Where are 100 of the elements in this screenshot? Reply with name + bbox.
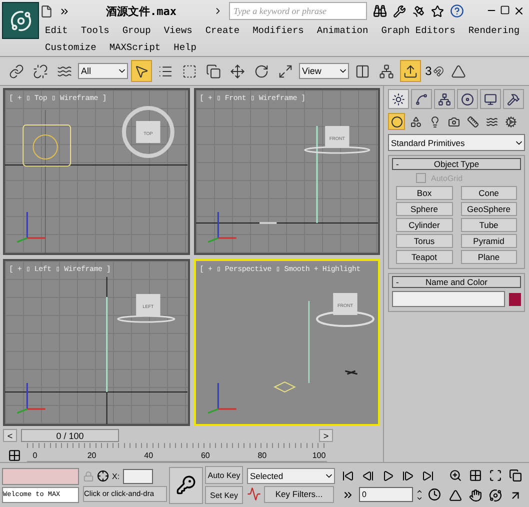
maximize-icon[interactable] — [500, 5, 510, 15]
name-field[interactable] — [392, 291, 505, 307]
curve-icon[interactable] — [247, 487, 261, 501]
more-icon[interactable] — [59, 6, 70, 16]
rollout-header[interactable]: - Name and Color — [392, 276, 521, 288]
panel-tab[interactable] — [503, 89, 524, 109]
frame-field[interactable]: 0 — [359, 487, 413, 502]
satellite-icon[interactable] — [412, 4, 424, 18]
hand-icon — [469, 488, 482, 502]
grid-icon — [469, 468, 482, 482]
spinner-icon[interactable] — [416, 488, 423, 502]
menu-item[interactable]: Create — [205, 25, 240, 36]
pointer-button[interactable] — [131, 60, 152, 82]
pointer-icon — [134, 64, 149, 78]
panel-tab[interactable] — [388, 89, 409, 109]
wrench-icon[interactable] — [392, 4, 406, 18]
link-icon — [9, 64, 24, 78]
primitive-button[interactable]: Cone — [460, 186, 517, 200]
search-field[interactable]: Type a keyword or phrase — [228, 2, 366, 20]
panel-tab[interactable] — [457, 89, 478, 109]
panel-tab[interactable] — [434, 89, 455, 109]
orbit-button[interactable] — [487, 486, 504, 504]
light-icon — [428, 116, 440, 128]
new-file-icon[interactable] — [40, 4, 53, 18]
menu-item[interactable]: Modifiers — [252, 25, 304, 36]
panel-tab[interactable] — [411, 89, 432, 109]
close-icon[interactable] — [513, 5, 525, 17]
menu-item[interactable]: Customize — [45, 42, 96, 53]
move-icon — [230, 64, 245, 78]
menu-item[interactable]: MAXScript — [109, 42, 161, 53]
key-icon — [176, 475, 196, 495]
pan-button[interactable] — [467, 486, 484, 504]
panel-tab[interactable] — [480, 89, 501, 109]
overlapping-squares-icon — [206, 64, 221, 78]
color-swatch[interactable] — [509, 292, 521, 306]
listener-input-field[interactable] — [2, 468, 79, 484]
window-title: 酒源文件.max — [106, 4, 176, 18]
key-filters-button[interactable]: Key Filters... — [264, 486, 334, 502]
curve-icon — [415, 92, 428, 106]
magnet-button[interactable]: 3 — [424, 60, 445, 82]
menu-item[interactable]: Rendering — [468, 25, 520, 36]
zoom-icon — [449, 468, 462, 482]
previous-frame-icon — [362, 470, 374, 482]
tick-label: 60 — [200, 451, 210, 460]
view-cube — [136, 121, 160, 143]
tape-icon — [466, 116, 478, 128]
help-icon[interactable] — [450, 4, 464, 18]
go-to-start-icon — [342, 470, 354, 482]
set-key-button[interactable] — [169, 466, 203, 504]
menu-item[interactable]: Animation — [316, 25, 368, 36]
selection-dropdown[interactable]: All — [78, 63, 128, 79]
next-frame-button[interactable]: > — [319, 429, 333, 442]
circle-shape — [32, 134, 58, 160]
primitive-button[interactable]: Plane — [460, 250, 517, 264]
zoom-extents-all-button[interactable] — [507, 466, 524, 484]
key-mode-dropdown[interactable]: Selected — [247, 468, 335, 484]
primitive-button[interactable]: Pyramid — [460, 234, 517, 248]
app-logo-icon[interactable] — [2, 2, 39, 39]
menu-item[interactable]: Graph Editors — [381, 25, 456, 36]
view-cube-ring — [117, 315, 176, 323]
primitive-button[interactable]: Tube — [460, 218, 517, 232]
crosshair-icon[interactable] — [97, 470, 109, 482]
tick-label: 80 — [258, 451, 267, 460]
primitive-button[interactable]: Cylinder — [396, 218, 452, 232]
selection-dropdown[interactable]: View — [299, 63, 349, 79]
axis-icon — [207, 383, 236, 414]
rotate-icon — [254, 64, 269, 78]
menu-item[interactable]: Group — [122, 25, 151, 36]
primitive-button[interactable]: Teapot — [396, 250, 452, 264]
hierarchy-icon — [438, 92, 451, 106]
star-icon[interactable] — [430, 4, 444, 18]
menu-item[interactable]: Views — [164, 25, 192, 36]
axis-icon — [16, 383, 46, 414]
menu-item[interactable]: Tools — [80, 25, 110, 36]
track-bar[interactable]: 0 20 40 60 80 100 — [27, 443, 327, 462]
waves-icon — [57, 64, 72, 78]
rollout-header[interactable]: - Object Type — [392, 158, 521, 170]
overlapping-squares-icon — [509, 468, 522, 482]
menu-item[interactable]: Help — [174, 42, 196, 53]
x-coordinate-field[interactable] — [122, 468, 153, 484]
upload-button[interactable] — [400, 60, 421, 82]
primitive-button[interactable]: GeoSphere — [460, 202, 517, 216]
angle-icon — [451, 64, 466, 78]
set-key-mode-button[interactable]: Set Key — [205, 486, 243, 504]
primitive-button[interactable]: Box — [396, 186, 452, 200]
primitive-button[interactable]: Torus — [396, 234, 452, 248]
sphere-icon — [390, 116, 402, 128]
tick-label: 40 — [144, 451, 154, 460]
previous-frame-button[interactable]: < — [3, 429, 17, 442]
search-icon[interactable] — [372, 4, 386, 18]
time-slider[interactable]: 0 / 100 — [21, 429, 119, 442]
primitive-button[interactable]: Sphere — [396, 202, 452, 216]
monitor-icon — [484, 92, 497, 106]
category-button[interactable] — [388, 113, 405, 130]
auto-key-button[interactable]: Auto Key — [205, 466, 243, 484]
object-class-dropdown[interactable]: Standard Primitives — [388, 134, 525, 151]
dashed-square-icon — [182, 64, 197, 78]
menu-item[interactable]: Edit — [45, 25, 68, 36]
tick-label: 20 — [87, 451, 96, 460]
time-configuration-button[interactable] — [426, 486, 443, 503]
